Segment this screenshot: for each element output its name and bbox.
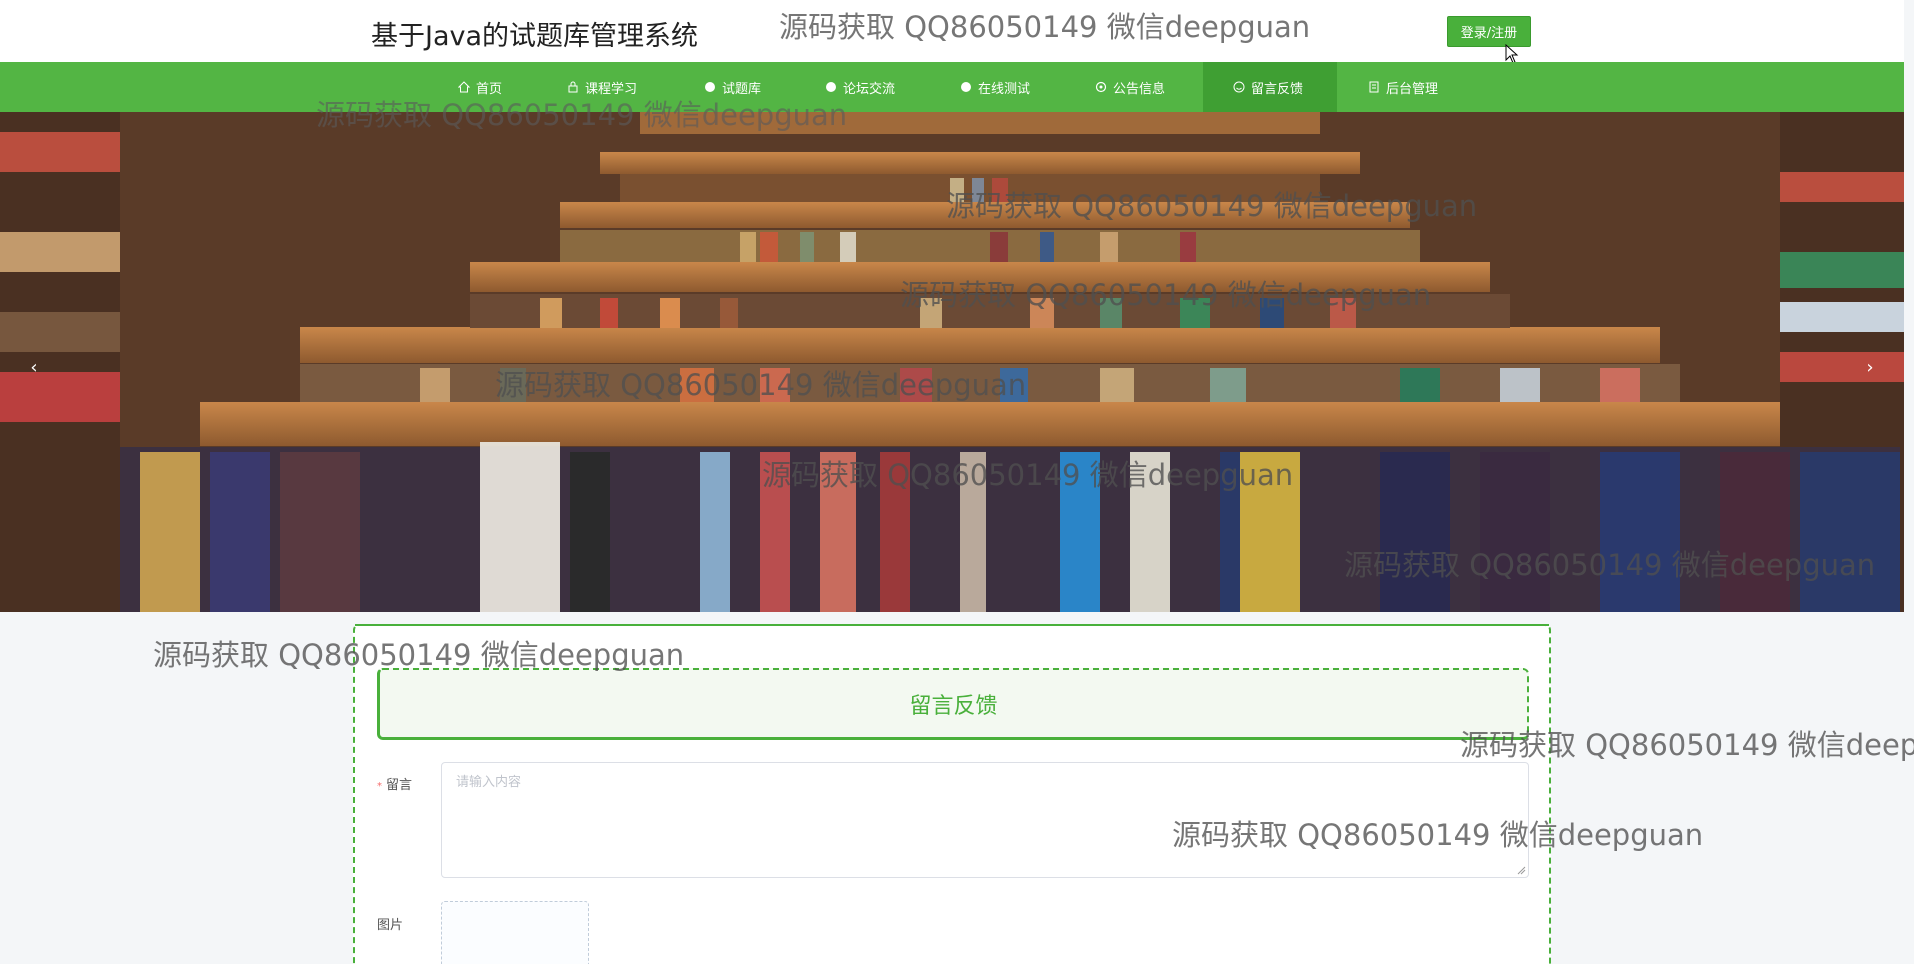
info-icon	[705, 82, 715, 92]
info-icon	[961, 82, 971, 92]
required-marker: *	[377, 781, 382, 792]
message-label-text: 留言	[386, 778, 413, 793]
smile-icon	[1233, 81, 1245, 93]
plus-icon: +	[508, 958, 525, 964]
image-upload[interactable]: +	[441, 901, 589, 964]
settings-icon	[1095, 81, 1107, 93]
main-nav: 首页 课程学习 试题库 论坛交流 在线测试 公告信息 留言反馈 后台管理	[0, 62, 1904, 112]
question-icon	[826, 82, 836, 92]
image-label: 图片	[377, 918, 404, 933]
message-textarea[interactable]: 请输入内容	[441, 762, 1529, 878]
nav-item-online-test[interactable]: 在线测试	[960, 62, 1040, 112]
home-icon	[458, 81, 470, 93]
form-title: 留言反馈	[377, 668, 1529, 740]
nav-item-label: 后台管理	[1386, 81, 1439, 97]
lock-icon	[568, 81, 578, 93]
bookshelf-image	[0, 112, 1904, 612]
nav-item-label: 首页	[476, 81, 503, 97]
nav-item-label: 留言反馈	[1251, 81, 1304, 97]
nav-item-question-bank[interactable]: 试题库	[704, 62, 774, 112]
nav-item-feedback[interactable]: 留言反馈	[1203, 62, 1337, 112]
nav-item-label: 公告信息	[1113, 81, 1166, 97]
nav-item-label: 课程学习	[585, 81, 638, 97]
mouse-cursor-icon	[1505, 44, 1519, 64]
nav-item-admin[interactable]: 后台管理	[1368, 62, 1448, 112]
nav-item-label: 论坛交流	[843, 81, 896, 97]
resize-handle-icon[interactable]	[1516, 865, 1526, 875]
nav-item-course[interactable]: 课程学习	[567, 62, 657, 112]
nav-item-label: 试题库	[722, 81, 762, 97]
login-register-button[interactable]: 登录/注册	[1447, 16, 1531, 47]
feedback-form-panel: 留言反馈 * 留言 请输入内容 图片 +	[353, 624, 1551, 964]
carousel-prev-button[interactable]: ‹	[24, 352, 44, 382]
message-placeholder: 请输入内容	[456, 775, 522, 790]
site-title: 基于Java的试题库管理系统	[371, 21, 699, 52]
nav-item-home[interactable]: 首页	[458, 62, 516, 112]
nav-item-forum[interactable]: 论坛交流	[825, 62, 905, 112]
nav-item-notice[interactable]: 公告信息	[1095, 62, 1175, 112]
message-label: * 留言	[377, 774, 412, 793]
panel-top-border	[355, 624, 1549, 626]
carousel-next-button[interactable]: ›	[1860, 352, 1880, 382]
banner-carousel[interactable]: ‹ ›	[0, 112, 1904, 612]
header: 基于Java的试题库管理系统 登录/注册	[0, 0, 1904, 64]
nav-item-label: 在线测试	[978, 81, 1031, 97]
document-icon	[1369, 81, 1379, 93]
